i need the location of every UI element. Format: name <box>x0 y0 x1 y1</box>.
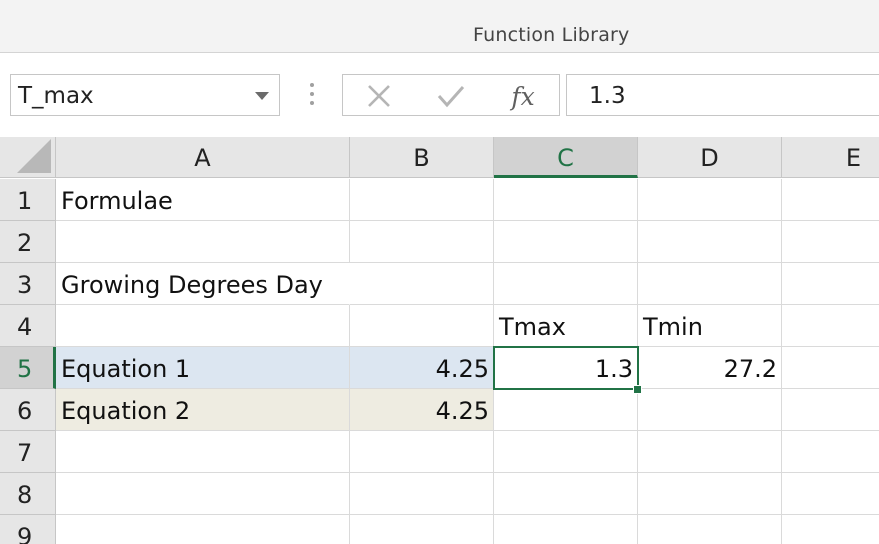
cell-d8[interactable] <box>638 473 782 515</box>
row-header-5[interactable]: 5 <box>0 347 56 389</box>
cell-b2[interactable] <box>350 221 494 263</box>
name-box[interactable]: T_max <box>10 74 280 116</box>
row-header-1[interactable]: 1 <box>0 179 56 221</box>
column-header-c[interactable]: C <box>494 137 638 178</box>
cell-b7[interactable] <box>350 431 494 473</box>
row-header-7[interactable]: 7 <box>0 431 56 473</box>
cell-d1[interactable] <box>638 179 782 221</box>
cell-c1[interactable] <box>494 179 638 221</box>
column-header-e[interactable]: E <box>782 137 879 178</box>
select-all-button[interactable] <box>0 137 56 178</box>
cell-a3[interactable]: Growing Degrees Day <box>56 263 350 305</box>
cell-e5[interactable] <box>782 347 879 389</box>
cell-a4[interactable] <box>56 305 350 347</box>
cell-b6[interactable]: 4.25 <box>350 389 494 431</box>
cell-b3[interactable] <box>350 263 494 305</box>
row-header-8[interactable]: 8 <box>0 473 56 515</box>
enter-button[interactable] <box>431 80 471 112</box>
cell-e6[interactable] <box>782 389 879 431</box>
cell-b5[interactable]: 4.25 <box>350 347 494 389</box>
cell-e2[interactable] <box>782 221 879 263</box>
cell-b4[interactable] <box>350 305 494 347</box>
fill-handle[interactable] <box>633 385 642 394</box>
formula-input[interactable]: 1.3 <box>566 74 879 116</box>
cell-e8[interactable] <box>782 473 879 515</box>
row-header-3[interactable]: 3 <box>0 263 56 305</box>
cell-b9[interactable] <box>350 515 494 544</box>
fx-icon: fx <box>511 81 535 111</box>
cell-c6[interactable] <box>494 389 638 431</box>
cell-c5[interactable]: 1.3 <box>494 347 638 389</box>
cell-c2[interactable] <box>494 221 638 263</box>
select-all-triangle-icon <box>17 139 51 173</box>
cell-d6[interactable] <box>638 389 782 431</box>
column-header-b[interactable]: B <box>350 137 494 178</box>
spreadsheet-grid: A B C D E 1 2 3 4 5 6 7 8 9 Formulae Gro… <box>0 137 879 544</box>
name-box-value[interactable]: T_max <box>18 83 94 109</box>
column-header-d[interactable]: D <box>638 137 782 178</box>
cell-d9[interactable] <box>638 515 782 544</box>
cell-e7[interactable] <box>782 431 879 473</box>
cell-a2[interactable] <box>56 221 350 263</box>
cell-e9[interactable] <box>782 515 879 544</box>
row-header-6[interactable]: 6 <box>0 389 56 431</box>
cell-a9[interactable] <box>56 515 350 544</box>
ribbon-group-label-function-library: Function Library <box>473 24 630 46</box>
row-header-9[interactable]: 9 <box>0 515 56 544</box>
cell-c8[interactable] <box>494 473 638 515</box>
ribbon: Function Library <box>0 0 879 53</box>
cell-c4[interactable]: Tmax <box>494 305 638 347</box>
checkmark-icon <box>437 86 465 108</box>
chevron-down-icon[interactable] <box>255 92 269 100</box>
cell-c7[interactable] <box>494 431 638 473</box>
vertical-ellipsis-icon[interactable] <box>307 83 317 109</box>
cell-a7[interactable] <box>56 431 350 473</box>
cell-e1[interactable] <box>782 179 879 221</box>
formula-bar: T_max fx 1.3 <box>0 53 879 136</box>
cell-c3[interactable] <box>494 263 638 305</box>
formula-bar-buttons: fx <box>342 74 560 116</box>
cell-d2[interactable] <box>638 221 782 263</box>
cell-c9[interactable] <box>494 515 638 544</box>
formula-input-value[interactable]: 1.3 <box>589 83 626 109</box>
cell-a8[interactable] <box>56 473 350 515</box>
cell-a1[interactable]: Formulae <box>56 179 350 221</box>
cell-b8[interactable] <box>350 473 494 515</box>
row-header-2[interactable]: 2 <box>0 221 56 263</box>
cell-a6[interactable]: Equation 2 <box>56 389 350 431</box>
cell-a5[interactable]: Equation 1 <box>56 347 350 389</box>
cell-d5[interactable]: 27.2 <box>638 347 782 389</box>
cancel-button[interactable] <box>359 80 399 112</box>
row-header-4[interactable]: 4 <box>0 305 56 347</box>
close-icon <box>368 85 390 107</box>
cell-e4[interactable] <box>782 305 879 347</box>
insert-function-button[interactable]: fx <box>503 80 543 112</box>
cell-d3[interactable] <box>638 263 782 305</box>
cell-d7[interactable] <box>638 431 782 473</box>
cell-b1[interactable] <box>350 179 494 221</box>
cell-e3[interactable] <box>782 263 879 305</box>
cell-d4[interactable]: Tmin <box>638 305 782 347</box>
column-header-a[interactable]: A <box>56 137 350 178</box>
